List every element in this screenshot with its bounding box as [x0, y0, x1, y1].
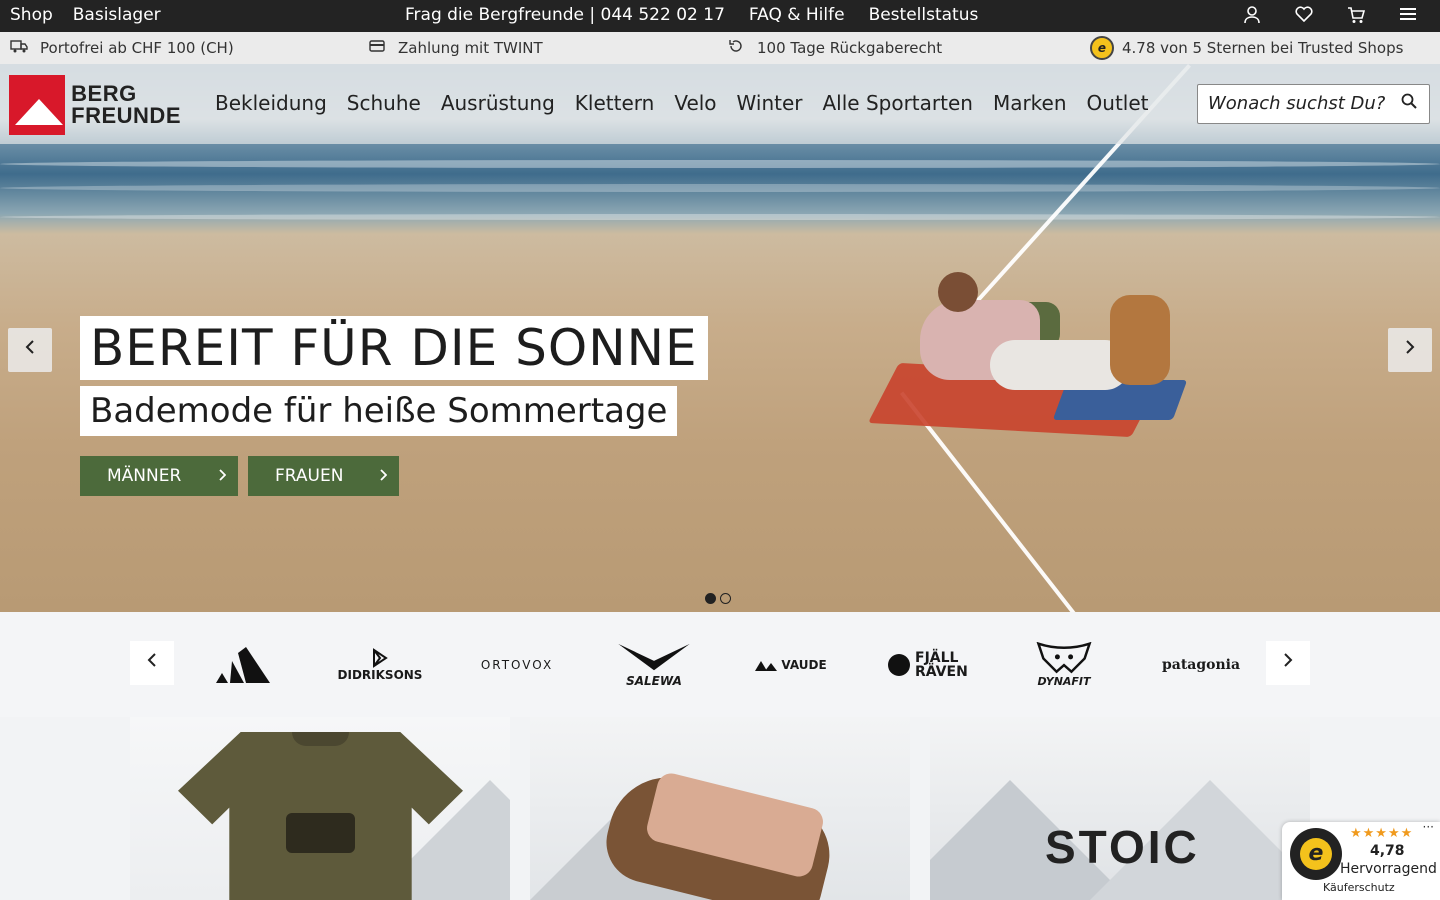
chevron-right-icon — [1406, 340, 1415, 354]
brand-ortovox-logo[interactable]: ORTOVOX — [472, 642, 562, 688]
main-nav: Bekleidung Schuhe Ausrüstung Klettern Ve… — [215, 91, 1149, 115]
cta-men-button[interactable]: MÄNNER — [80, 456, 238, 496]
chevron-left-icon — [147, 653, 156, 667]
main-header: BERG FREUNDE Bekleidung Schuhe Ausrüstun… — [0, 64, 1440, 144]
person — [1110, 295, 1170, 385]
search-icon[interactable] — [1401, 93, 1417, 113]
sea-wave — [0, 184, 1440, 192]
nav-marken[interactable]: Marken — [993, 91, 1067, 115]
brand-fjallraven-text: FJÄLL RÄVEN — [915, 650, 968, 680]
logo-line-1: BERG — [71, 81, 137, 106]
person-head — [938, 272, 978, 312]
brand-adidas-logo[interactable] — [208, 642, 278, 688]
stoic-logo-text: STOIC — [1045, 821, 1200, 873]
brand-ortovox-text: ORTOVOX — [480, 658, 554, 672]
topbar-basislager-link[interactable]: Basislager — [73, 5, 161, 25]
nav-schuhe[interactable]: Schuhe — [347, 91, 421, 115]
person — [990, 340, 1130, 390]
nav-klettern[interactable]: Klettern — [575, 91, 655, 115]
brand-patagonia-logo[interactable]: patagonia — [1158, 642, 1244, 688]
hero-subtitle: Bademode für heiße Sommertage — [80, 386, 678, 436]
nav-velo[interactable]: Velo — [674, 91, 716, 115]
usp-rating[interactable]: 4.78 von 5 Sternen bei Trusted Shops — [1122, 39, 1403, 57]
topbar-shop-link[interactable]: Shop — [10, 5, 53, 25]
topbar-contact-phone[interactable]: Frag die Bergfreunde | 044 522 02 17 — [405, 5, 725, 25]
return-icon — [727, 38, 745, 58]
brand-vaude-logo[interactable]: VAUDE — [748, 642, 834, 688]
search-input[interactable]: Wonach suchst Du? — [1197, 84, 1430, 124]
trusted-shops-seal-icon: e — [1290, 828, 1342, 880]
brand-patagonia-text: patagonia — [1161, 657, 1241, 673]
usp-returns: 100 Tage Rückgaberecht — [757, 39, 943, 57]
trusted-shops-icon: e — [1090, 36, 1114, 60]
brand-dynafit-text: DYNAFIT — [1037, 675, 1091, 688]
sea-wave — [0, 214, 1440, 220]
chevron-right-icon — [1284, 653, 1293, 667]
rating-label: Hervorragend — [1340, 861, 1437, 877]
truck-icon — [10, 38, 28, 57]
brand-dynafit-logo[interactable]: DYNAFIT — [1024, 642, 1104, 688]
nav-ausruestung[interactable]: Ausrüstung — [441, 91, 555, 115]
usp-shipping: Portofrei ab CHF 100 (CH) — [40, 38, 234, 57]
brands-next-button[interactable] — [1266, 641, 1310, 685]
brand-didriksons-text: DIDRIKSONS — [337, 668, 423, 682]
slider-dots — [705, 593, 731, 604]
nav-bekleidung[interactable]: Bekleidung — [215, 91, 327, 115]
heart-icon[interactable] — [1292, 6, 1316, 28]
top-bar: Shop Basislager Frag die Bergfreunde | 0… — [0, 0, 1440, 32]
cart-icon[interactable] — [1344, 6, 1368, 28]
cta-women-label: FRAUEN — [275, 466, 344, 486]
topbar-order-status-link[interactable]: Bestellstatus — [869, 5, 979, 25]
hero-prev-button[interactable] — [8, 328, 52, 372]
more-options-icon[interactable]: ··· — [1423, 820, 1434, 834]
usp-payment: Zahlung mit TWINT — [398, 39, 543, 57]
menu-icon[interactable] — [1396, 6, 1420, 28]
trusted-shops-badge[interactable]: e ★★★★★ 4,78 Hervorragend Käuferschutz ·… — [1282, 820, 1440, 900]
rating-score: 4,78 — [1370, 843, 1405, 859]
nav-alle-sportarten[interactable]: Alle Sportarten — [822, 91, 972, 115]
brand-salewa-text: SALEWA — [626, 674, 682, 688]
tshirt-print — [286, 812, 355, 853]
brands-prev-button[interactable] — [130, 641, 174, 685]
rating-stars: ★★★★★ — [1350, 826, 1414, 841]
slider-dot-2[interactable] — [720, 593, 731, 604]
brand-fjallraven-logo[interactable]: FJÄLL RÄVEN — [886, 642, 970, 688]
hero-title: BEREIT FÜR DIE SONNE — [80, 316, 708, 380]
usp-bar: Portofrei ab CHF 100 (CH) Zahlung mit TW… — [0, 32, 1440, 64]
bergfreunde-logo[interactable]: BERG FREUNDE — [9, 75, 181, 135]
brand-didriksons-logo[interactable]: DIDRIKSONS — [336, 642, 424, 688]
mountain-logo-icon — [9, 75, 66, 135]
topbar-faq-link[interactable]: FAQ & Hilfe — [749, 5, 845, 25]
tshirt-collar — [292, 732, 349, 746]
hero-next-button[interactable] — [1388, 328, 1432, 372]
nav-winter[interactable]: Winter — [737, 91, 803, 115]
search-placeholder: Wonach suchst Du? — [1208, 93, 1386, 114]
logo-line-2: FREUNDE — [71, 103, 181, 128]
brand-carousel: DIDRIKSONS ORTOVOX SALEWA VAUDE FJÄLL RÄ… — [0, 612, 1440, 717]
buyer-protection-label: Käuferschutz — [1323, 881, 1395, 894]
chevron-right-icon — [379, 456, 388, 496]
user-icon[interactable] — [1240, 6, 1264, 28]
cta-women-button[interactable]: FRAUEN — [248, 456, 399, 496]
chevron-right-icon — [218, 456, 227, 496]
brand-vaude-text: VAUDE — [781, 658, 827, 672]
sea-wave — [0, 160, 1440, 168]
cta-men-label: MÄNNER — [107, 466, 182, 486]
payment-icon — [368, 38, 386, 58]
nav-outlet[interactable]: Outlet — [1087, 91, 1149, 115]
chevron-left-icon — [25, 340, 34, 354]
brand-salewa-logo[interactable]: SALEWA — [612, 642, 696, 688]
slider-dot-1[interactable] — [705, 593, 716, 604]
